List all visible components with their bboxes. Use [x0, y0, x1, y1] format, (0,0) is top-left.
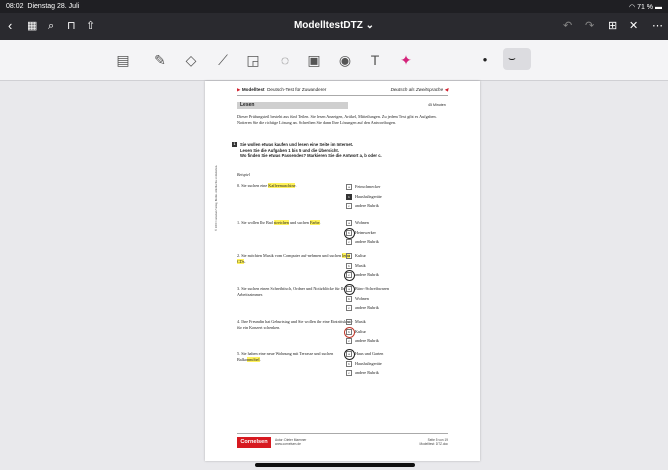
option-2a[interactable]: a Kultur	[346, 251, 436, 261]
option-0b[interactable]: b Haushaltsgeräte	[346, 192, 436, 202]
stroke-style-selector[interactable]: ⌣	[503, 48, 531, 70]
question-1: 1. Sie wollen Ihr Bad streichen und such…	[237, 220, 321, 225]
option-4c[interactable]: c andere Rubrik	[346, 336, 436, 346]
option-2c[interactable]: c andere Rubrik	[344, 270, 436, 282]
publisher-logo: Cornelsen	[237, 437, 271, 448]
camera-icon[interactable]: ◉	[336, 51, 354, 69]
option-0c[interactable]: c andere Rubrik	[346, 201, 436, 211]
annotation-toolbar: ▤ ✎ ◇ ⟋ ◲ ◌ ▣ ◉ T ✦ ● ⌣	[0, 40, 668, 81]
eraser-icon[interactable]: ◇	[182, 51, 200, 69]
option-1c[interactable]: c andere Rubrik	[346, 237, 436, 247]
question-4: 4. Ihre Freundin hat Geburtstag und Sie …	[237, 319, 353, 330]
size-dot-icon[interactable]: ●	[476, 51, 494, 69]
option-5a[interactable]: a Haus und Garten	[344, 349, 436, 360]
question-5: 5. Sie haben eine neue Wohnung mit Terra…	[237, 351, 334, 362]
highlighter-icon[interactable]: ⟋	[214, 51, 232, 69]
status-right: ◠ 71 % ▬	[629, 3, 662, 11]
red-arrow-left-icon: ◀	[444, 87, 448, 92]
redo-icon[interactable]: ↷	[585, 18, 594, 34]
reader-mode-icon[interactable]: ▤	[114, 51, 132, 69]
battery-label: 71 %	[637, 4, 654, 11]
status-time: 08:02 Dienstag 28. Juli	[6, 3, 80, 10]
option-5c[interactable]: c andere Rubrik	[346, 368, 436, 378]
option-1b[interactable]: b Heimwerker	[344, 227, 436, 239]
option-4b[interactable]: b Kultur	[344, 326, 436, 338]
more-icon[interactable]: ⋯	[652, 18, 663, 34]
option-0a[interactable]: a Feinschmecker	[346, 182, 436, 192]
options-0: a Feinschmecker b Haushaltsgeräte c andere …	[346, 182, 436, 211]
option-1a[interactable]: a Wohnen	[346, 218, 436, 228]
undo-icon[interactable]: ↶	[563, 18, 572, 34]
question-0: 0. Sie suchen eine Kaffeemaschine.	[237, 183, 297, 188]
page-header: ▶ Modelltest Deutsch-Test für Zuwanderer…	[237, 86, 448, 96]
laser-pointer-icon[interactable]: ✦	[397, 51, 415, 69]
home-indicator[interactable]	[255, 463, 415, 467]
footer-page-info: Seite 5 von 19 Modelltest: DTZ.doc	[419, 438, 448, 447]
add-page-icon[interactable]: ⊞	[608, 18, 617, 34]
wifi-icon: ◠	[629, 4, 636, 11]
section-title: Lesen	[237, 102, 348, 109]
nav-bar: ‹ ▦ ⌕ ⊓ ⇧ ModelltestDTZ ⌄ ↶ ↷ ⊞ ✕ ⋯	[0, 13, 668, 40]
document-page[interactable]: ▶ Modelltest Deutsch-Test für Zuwanderer…	[205, 81, 480, 461]
page-footer: Cornelsen Autor: Dieter Maenner www.corn…	[237, 433, 448, 452]
stroke-curve-icon: ⌣	[508, 51, 516, 65]
handwritten-circle	[344, 270, 355, 282]
option-2b[interactable]: b Musik	[346, 261, 436, 271]
shapes-icon[interactable]: ◲	[244, 51, 262, 69]
question-3: 3. Sie suchen einen Schreibtisch, Ordner…	[237, 286, 346, 297]
image-icon[interactable]: ▣	[305, 51, 323, 69]
options-4: a Musik b Kultur c andere Rubrik	[344, 317, 436, 346]
red-arrow-icon: ▶	[237, 87, 241, 92]
close-icon[interactable]: ✕	[629, 18, 638, 34]
section-time: 45 Minuten	[428, 103, 446, 107]
footer-author: Autor: Dieter Maenner www.cornelsen.de	[275, 438, 307, 447]
option-3b[interactable]: b Wohnen	[346, 294, 436, 304]
option-3c[interactable]: c andere Rubrik	[346, 303, 436, 313]
options-5: a Haus und Garten b Haushaltsgeräte c ander…	[344, 349, 436, 378]
question-2: 2. Sie möchten Musik vom Computer auf-ne…	[237, 253, 351, 264]
example-label: Beispiel	[237, 172, 250, 177]
copyright-side-text: © 2009 Cornelsen Verlag, Berlin. Alle Re…	[215, 165, 218, 231]
status-bar: 08:02 Dienstag 28. Juli ◠ 71 % ▬	[0, 0, 668, 13]
option-5b[interactable]: b Haushaltsgeräte	[346, 359, 436, 369]
option-3a[interactable]: a Büro-/Schreibwaren	[344, 284, 436, 295]
options-1: a Wohnen b Heimwerker c andere Rubrik	[344, 218, 436, 247]
intro-text: Dieser Prüfungsteil besteht aus fünf Tei…	[237, 114, 437, 125]
task-number: 1	[232, 142, 237, 147]
lasso-icon[interactable]: ◌	[276, 51, 294, 69]
option-4a[interactable]: a Musik	[346, 317, 436, 327]
text-icon[interactable]: T	[366, 51, 384, 69]
options-2: a Kultur b Musik c andere Rubrik	[344, 251, 436, 282]
options-3: a Büro-/Schreibwaren b Wohnen c andere Rubr…	[344, 284, 436, 313]
battery-icon: ▬	[655, 4, 662, 11]
pen-icon[interactable]: ✎	[151, 51, 169, 69]
